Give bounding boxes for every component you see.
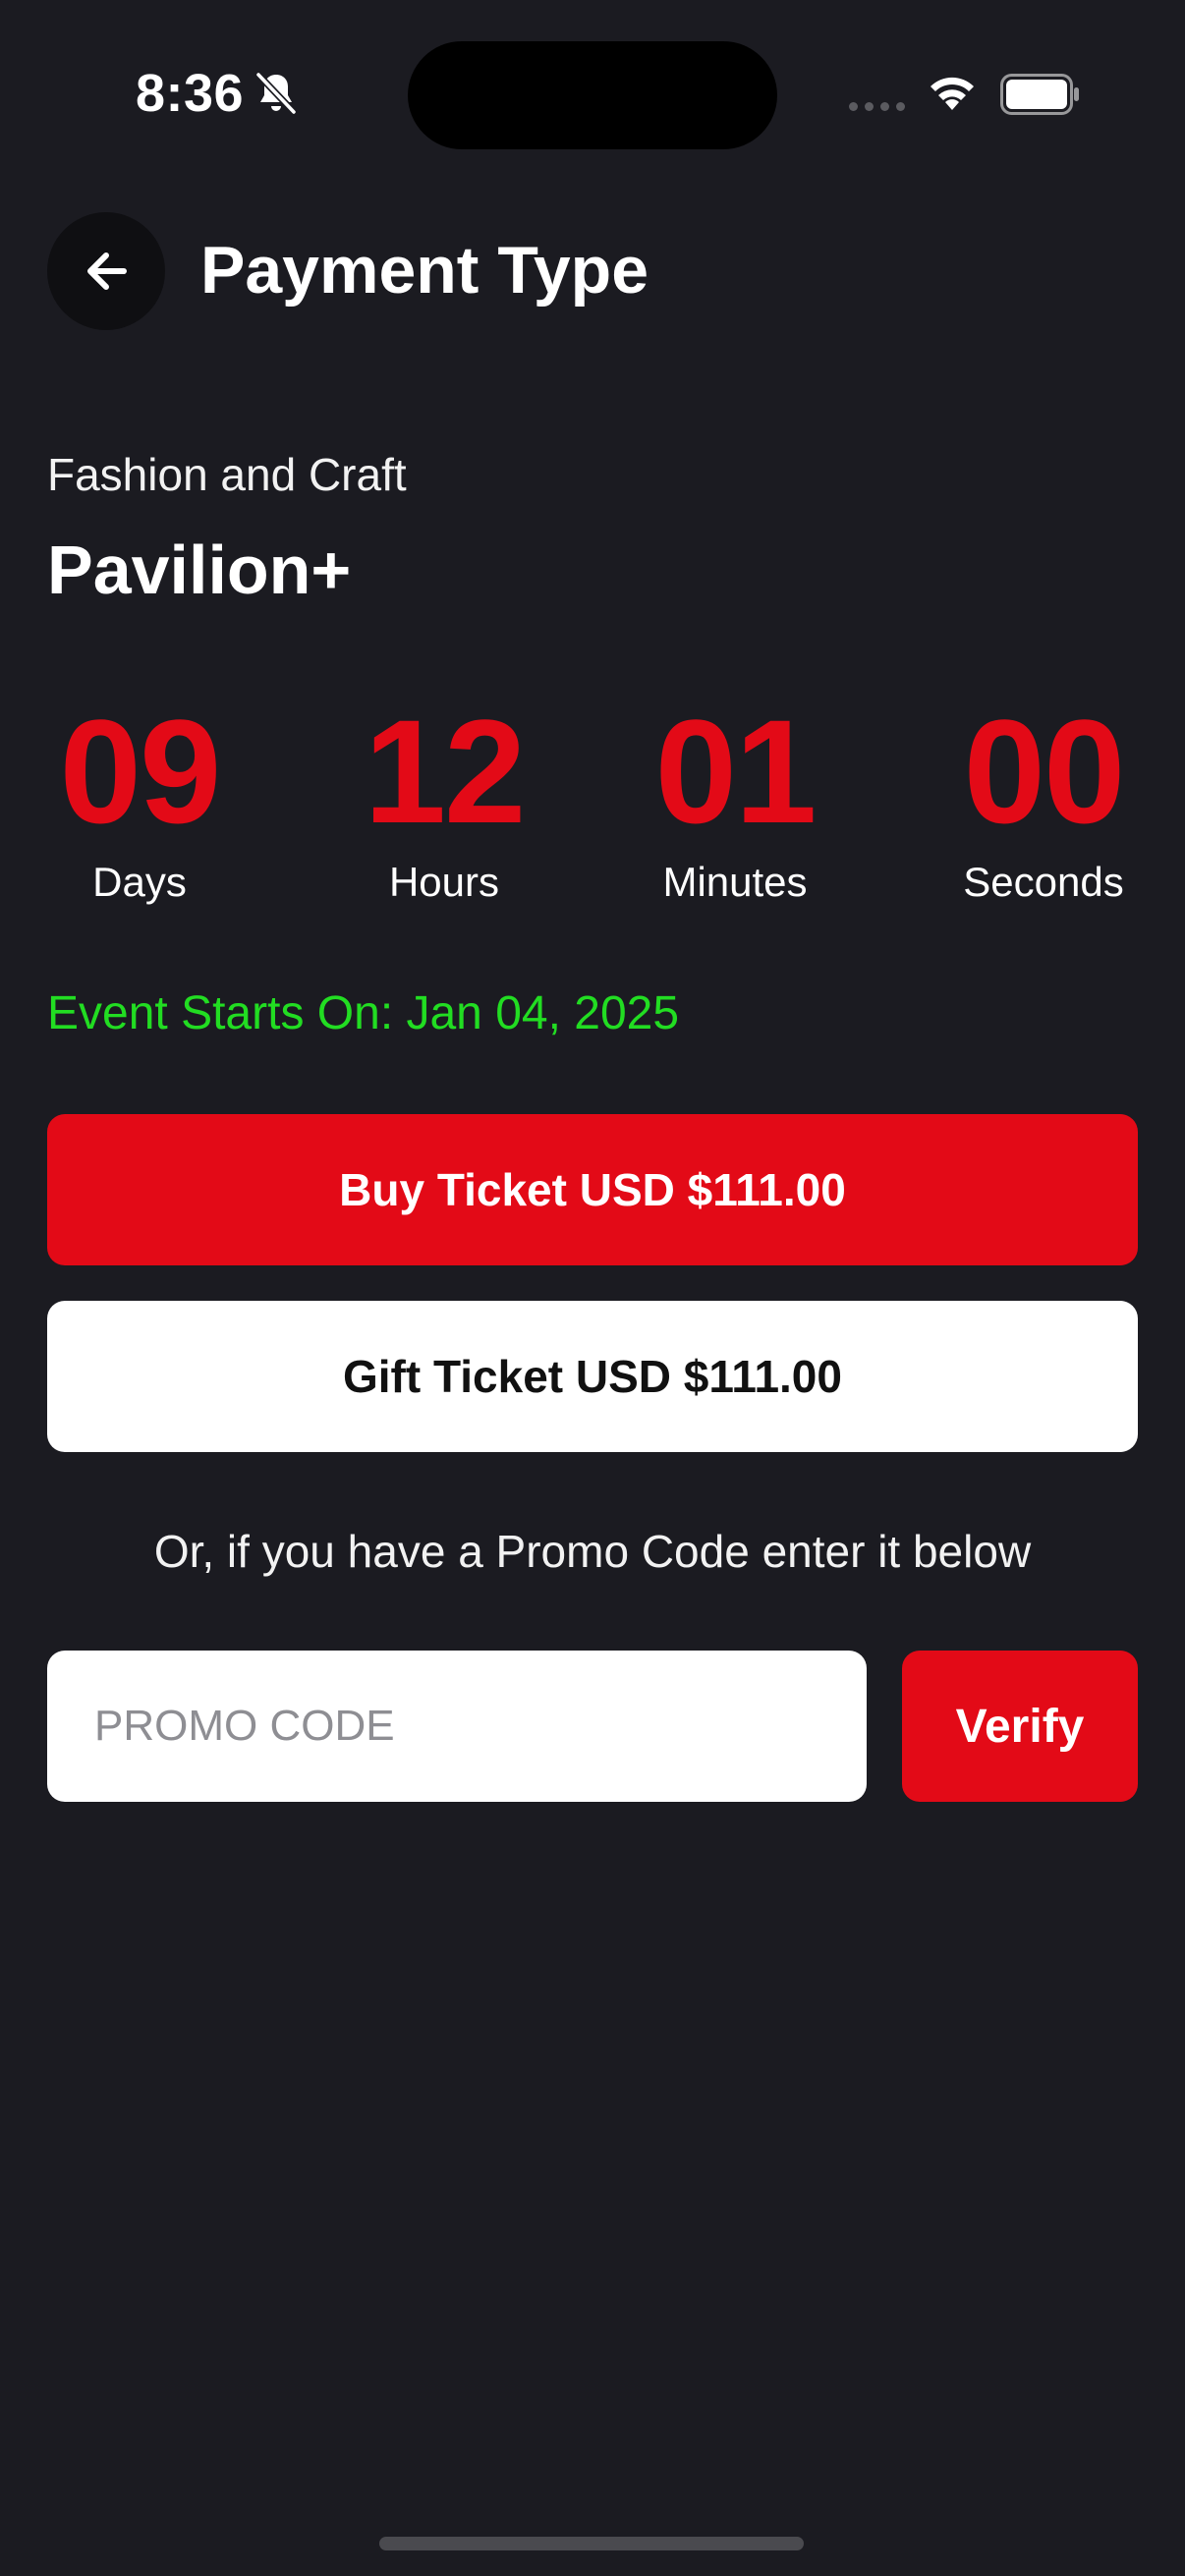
countdown-timer: 09 Days 12 Hours 01 Minutes 00 Seconds — [0, 698, 1185, 914]
home-indicator[interactable] — [379, 2537, 804, 2550]
cellular-signal-icon — [849, 102, 905, 111]
countdown-seconds: 00 Seconds — [926, 698, 1161, 906]
wifi-icon — [931, 77, 974, 110]
countdown-minutes-value: 01 — [654, 689, 818, 854]
countdown-days-value: 09 — [59, 689, 222, 854]
countdown-seconds-value: 00 — [963, 689, 1126, 854]
bell-slash-icon — [254, 71, 298, 116]
dynamic-island — [408, 41, 777, 149]
countdown-days: 09 Days — [22, 698, 257, 906]
countdown-hours: 12 Hours — [326, 698, 562, 906]
countdown-minutes: 01 Minutes — [617, 698, 853, 906]
event-start-date: Event Starts On: Jan 04, 2025 — [47, 987, 680, 1039]
event-category: Fashion and Craft — [47, 449, 407, 500]
promo-hint-text: Or, if you have a Promo Code enter it be… — [153, 1526, 1032, 1577]
arrow-left-icon — [87, 252, 127, 290]
gift-ticket-label: Gift Ticket USD $111.00 — [343, 1351, 842, 1402]
battery-icon — [1000, 74, 1079, 115]
event-name: Pavilion+ — [47, 532, 352, 608]
gift-ticket-button[interactable]: Gift Ticket USD $111.00 — [47, 1301, 1138, 1452]
buy-ticket-button[interactable]: Buy Ticket USD $111.00 — [47, 1114, 1138, 1265]
verify-label: Verify — [955, 1700, 1085, 1753]
countdown-seconds-label: Seconds — [963, 859, 1124, 905]
promo-code-input[interactable] — [47, 1651, 867, 1802]
status-time: 8:36 — [136, 64, 245, 123]
countdown-hours-value: 12 — [364, 689, 527, 854]
back-button[interactable] — [47, 212, 165, 330]
payment-type-screen: 8:36 Payment Type Fashion and Craft Pavi… — [0, 0, 1185, 2576]
buy-ticket-label: Buy Ticket USD $111.00 — [339, 1164, 846, 1215]
page-title: Payment Type — [200, 233, 649, 308]
countdown-hours-label: Hours — [388, 859, 500, 905]
status-bar: 8:36 — [0, 0, 1185, 187]
verify-button[interactable]: Verify — [902, 1651, 1138, 1802]
countdown-days-label: Days — [92, 859, 187, 905]
countdown-minutes-label: Minutes — [662, 859, 808, 905]
